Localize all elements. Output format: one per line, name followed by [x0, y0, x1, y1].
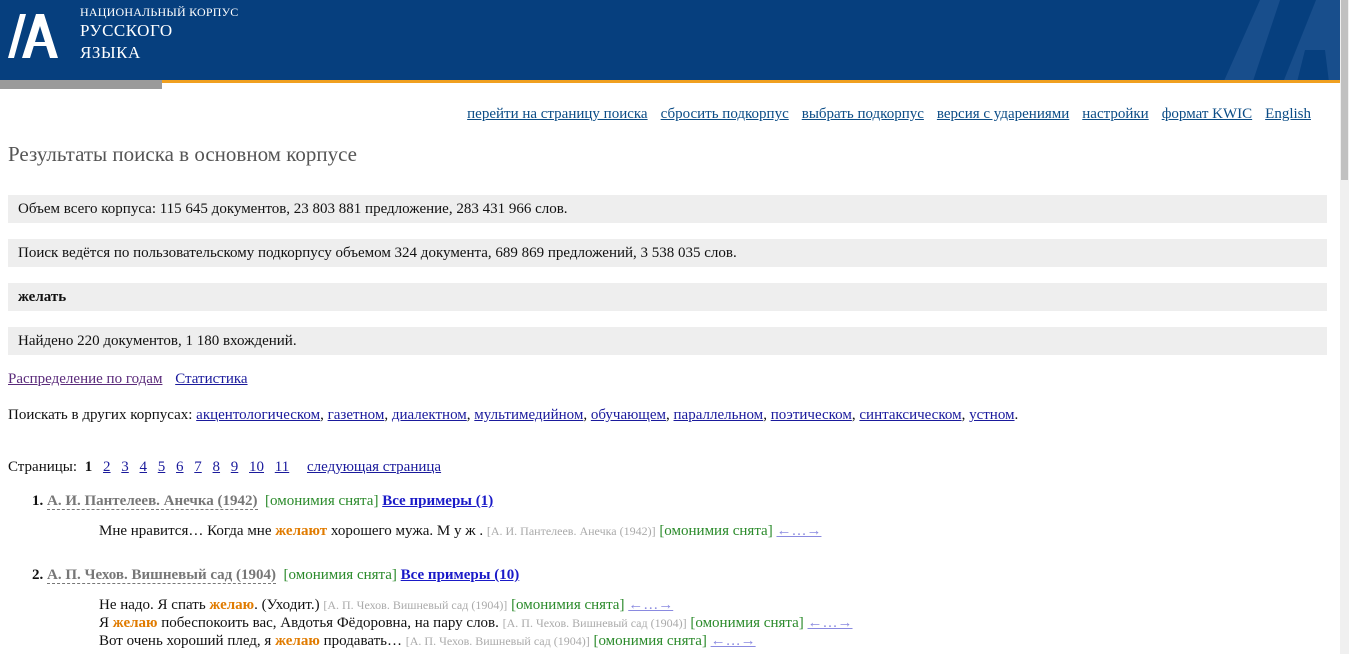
- example-source: [А. П. Чехов. Вишневый сад (1904)]: [323, 598, 508, 612]
- corpus-link-multimedia[interactable]: мультимедийном: [474, 407, 583, 423]
- year-distribution-link[interactable]: Распределение по годам: [8, 371, 162, 387]
- corpus-link-accent[interactable]: акцентологическом: [196, 407, 320, 423]
- homonymy-status: [омонимия снята]: [265, 493, 379, 509]
- other-corpora-label: Поискать в других корпусах:: [8, 407, 193, 423]
- highlighted-hit: желаю: [209, 597, 255, 613]
- example-sentence: Вот очень хороший плед, я желаю продават…: [99, 633, 756, 650]
- corpus-link-oral[interactable]: устном: [969, 407, 1014, 423]
- all-examples-link[interactable]: Все примеры (1): [382, 493, 493, 509]
- header-accent-line: [162, 80, 1340, 83]
- corpus-link-poetic[interactable]: поэтическом: [771, 407, 852, 423]
- page-link[interactable]: 5: [158, 459, 166, 475]
- page-link[interactable]: 6: [176, 459, 184, 475]
- nav-choose-subcorpus[interactable]: выбрать подкорпус: [802, 106, 924, 122]
- pagination-label: Страницы:: [8, 459, 78, 475]
- example-text: Вот очень хороший плед, я: [99, 633, 276, 649]
- header-gray-bar: [0, 80, 162, 89]
- example-text: продавать…: [319, 633, 402, 649]
- nav-reset-subcorpus[interactable]: сбросить подкорпус: [661, 106, 789, 122]
- current-page: 1: [84, 459, 93, 475]
- homonymy-status: [омонимия снята]: [690, 615, 804, 631]
- document-title-link[interactable]: А. П. Чехов. Вишневый сад (1904): [47, 567, 277, 584]
- document-title-link[interactable]: А. И. Пантелеев. Анечка (1942): [47, 493, 258, 510]
- next-page-link[interactable]: следующая страница: [307, 459, 441, 475]
- found-box: Найдено 220 документов, 1 180 вхождений.: [8, 327, 1327, 355]
- page-link[interactable]: 9: [231, 459, 239, 475]
- all-examples-link[interactable]: Все примеры (10): [401, 567, 520, 583]
- result-number: 1.: [32, 493, 44, 509]
- corpus-size-box: Объем всего корпуса: 115 645 документов,…: [8, 195, 1327, 223]
- nav-go-search[interactable]: перейти на страницу поиска: [467, 106, 647, 122]
- result-document-header: 2. А. П. Чехов. Вишневый сад (1904) [омо…: [32, 567, 519, 584]
- example-sentence: Не надо. Я спать желаю. (Уходит.) [А. П.…: [99, 597, 673, 614]
- nav-stress-version[interactable]: версия с ударениями: [937, 106, 1069, 122]
- example-text: . (Уходит.): [254, 597, 320, 613]
- result-links: Распределение по годам Статистика: [8, 371, 248, 388]
- page-link[interactable]: 8: [213, 459, 221, 475]
- homonymy-status: [омонимия снята]: [659, 523, 773, 539]
- query-box: желать: [8, 283, 1327, 311]
- example-text: побеспокоить вас, Авдотья Фёдоровна, на …: [157, 615, 499, 631]
- example-source: [А. П. Чехов. Вишневый сад (1904)]: [405, 634, 590, 648]
- logo-line-1: НАЦИОНАЛЬНЫЙ КОРПУС: [80, 5, 239, 19]
- page-title: Результаты поиска в основном корпусе: [8, 142, 357, 166]
- corpus-logo-icon[interactable]: [2, 6, 60, 66]
- expand-context-link[interactable]: ←…→: [711, 633, 756, 649]
- statistics-link[interactable]: Статистика: [175, 371, 247, 387]
- page-link[interactable]: 7: [194, 459, 202, 475]
- site-logo-text[interactable]: НАЦИОНАЛЬНЫЙ КОРПУС РУССКОГО ЯЗЫКА: [80, 5, 239, 64]
- homonymy-status: [омонимия снята]: [511, 597, 625, 613]
- example-text: Не надо. Я спать: [99, 597, 210, 613]
- highlighted-hit: желаю: [112, 615, 158, 631]
- page-link[interactable]: 11: [275, 459, 289, 475]
- logo-line-3: ЯЗЫКА: [80, 43, 141, 62]
- corpus-link-newspaper[interactable]: газетном: [328, 407, 385, 423]
- nav-english[interactable]: English: [1265, 106, 1311, 122]
- example-sentence: Мне нравится… Когда мне желают хорошего …: [99, 523, 821, 540]
- corpus-link-dialect[interactable]: диалектном: [392, 407, 467, 423]
- corpus-link-learning[interactable]: обучающем: [591, 407, 666, 423]
- logo-line-2: РУССКОГО: [80, 21, 173, 40]
- top-navigation: перейти на страницу поиска сбросить подко…: [454, 106, 1311, 123]
- example-source: [А. П. Чехов. Вишневый сад (1904)]: [502, 616, 687, 630]
- page-link[interactable]: 10: [249, 459, 264, 475]
- site-header: НАЦИОНАЛЬНЫЙ КОРПУС РУССКОГО ЯЗЫКА: [0, 0, 1340, 80]
- subcorpus-box: Поиск ведётся по пользовательскому подко…: [8, 239, 1327, 267]
- other-corpora-row: Поискать в других корпусах: акцентологич…: [8, 407, 1019, 423]
- result-number: 2.: [32, 567, 44, 583]
- page-link[interactable]: 2: [103, 459, 111, 475]
- corpus-link-parallel[interactable]: параллельном: [674, 407, 764, 423]
- highlighted-hit: желают: [275, 523, 328, 539]
- example-text: Мне нравится… Когда мне: [99, 523, 276, 539]
- watermark-logo-icon: [1224, 0, 1340, 80]
- example-source: [А. И. Пантелеев. Анечка (1942)]: [486, 524, 656, 538]
- highlighted-hit: желаю: [275, 633, 320, 649]
- homonymy-status: [омонимия снята]: [283, 567, 397, 583]
- page-link[interactable]: 4: [140, 459, 148, 475]
- expand-context-link[interactable]: ←…→: [808, 615, 853, 631]
- expand-context-link[interactable]: ←…→: [628, 597, 673, 613]
- nav-kwic-format[interactable]: формат KWIC: [1162, 106, 1252, 122]
- homonymy-status: [омонимия снята]: [593, 633, 707, 649]
- nav-settings[interactable]: настройки: [1082, 106, 1148, 122]
- example-text: хорошего мужа. М у ж .: [327, 523, 484, 539]
- example-text: Я: [99, 615, 113, 631]
- pagination: Страницы: 1 2 3 4 5 6 7 8 9 10 11 следую…: [8, 459, 441, 476]
- corpus-link-syntax[interactable]: синтаксическом: [859, 407, 961, 423]
- example-sentence: Я желаю побеспокоить вас, Авдотья Фёдоро…: [99, 615, 853, 632]
- scrollbar-thumb[interactable]: [1341, 0, 1348, 180]
- expand-context-link[interactable]: ←…→: [776, 523, 821, 539]
- result-document-header: 1. А. И. Пантелеев. Анечка (1942) [омони…: [32, 493, 493, 510]
- page-link[interactable]: 3: [121, 459, 129, 475]
